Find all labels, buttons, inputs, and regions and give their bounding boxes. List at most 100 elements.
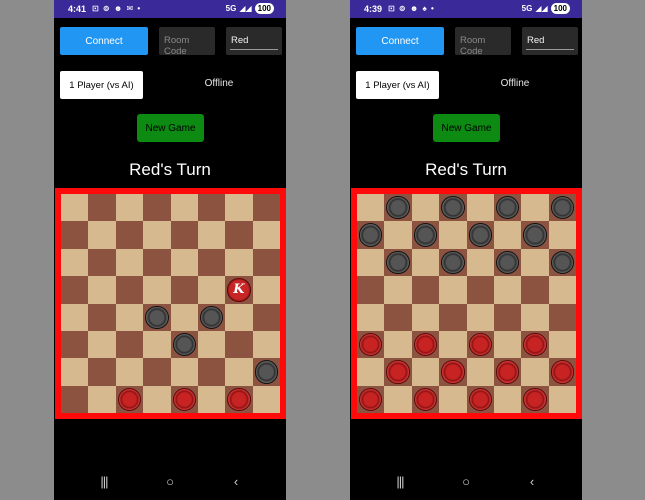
board-square[interactable]	[143, 358, 171, 386]
board-square[interactable]	[357, 330, 385, 359]
board-square[interactable]	[61, 303, 89, 331]
board-square[interactable]	[115, 385, 144, 413]
board-square[interactable]	[411, 385, 440, 413]
board-square[interactable]	[411, 248, 440, 277]
black-piece[interactable]	[550, 196, 574, 220]
board-square[interactable]	[439, 248, 467, 277]
new-game-button[interactable]: New Game	[433, 114, 500, 142]
board-square[interactable]	[61, 248, 89, 277]
room-code-input[interactable]: Room Code	[455, 27, 511, 57]
board-square[interactable]	[548, 221, 576, 249]
board-square[interactable]	[88, 276, 116, 304]
board-square[interactable]	[493, 276, 522, 304]
board-square[interactable]	[252, 303, 280, 331]
home-icon[interactable]: ○	[160, 474, 180, 489]
board-square[interactable]	[411, 276, 440, 304]
board-square[interactable]	[143, 385, 171, 413]
board-square[interactable]	[88, 303, 116, 331]
board-square[interactable]	[384, 276, 412, 304]
board-square[interactable]	[548, 194, 576, 222]
board-square[interactable]	[411, 303, 440, 331]
board-square[interactable]	[548, 385, 576, 413]
board-square[interactable]	[548, 303, 576, 331]
board-square[interactable]	[252, 276, 280, 304]
board-square[interactable]	[466, 248, 494, 277]
board-square[interactable]	[143, 194, 171, 222]
black-piece[interactable]	[386, 250, 410, 275]
board-square[interactable]	[170, 303, 198, 331]
board-square[interactable]	[521, 385, 549, 413]
board-square[interactable]	[466, 276, 494, 304]
black-piece[interactable]	[199, 305, 224, 329]
black-piece[interactable]	[441, 250, 465, 275]
board-square[interactable]	[143, 330, 171, 359]
board-square[interactable]	[548, 276, 576, 304]
board-square[interactable]	[170, 358, 198, 386]
board-square[interactable]	[170, 221, 198, 249]
board-square[interactable]	[88, 385, 116, 413]
home-icon[interactable]: ○	[456, 474, 476, 489]
red-piece[interactable]	[441, 360, 465, 384]
connect-button[interactable]: Connect	[60, 27, 148, 55]
board-square[interactable]	[493, 221, 522, 249]
red-piece[interactable]	[227, 387, 251, 411]
red-piece[interactable]	[413, 387, 438, 411]
black-piece[interactable]	[413, 223, 438, 247]
board-square[interactable]	[61, 276, 89, 304]
board-square[interactable]	[384, 221, 412, 249]
board-square[interactable]	[548, 330, 576, 359]
board-square[interactable]	[115, 358, 144, 386]
board-square[interactable]	[466, 303, 494, 331]
black-piece[interactable]	[386, 196, 410, 220]
board-square[interactable]	[439, 303, 467, 331]
board-square[interactable]	[357, 248, 385, 277]
board-square[interactable]	[225, 303, 253, 331]
board-square[interactable]	[252, 248, 280, 277]
black-piece[interactable]	[523, 223, 547, 247]
board-square[interactable]	[88, 248, 116, 277]
board-square[interactable]	[521, 221, 549, 249]
board-square[interactable]	[252, 194, 280, 222]
board-square[interactable]	[521, 276, 549, 304]
board-square[interactable]	[439, 358, 467, 386]
board-square[interactable]	[170, 276, 198, 304]
red-piece[interactable]	[413, 332, 438, 357]
board-square[interactable]	[466, 330, 494, 359]
board-square[interactable]	[88, 358, 116, 386]
board-square[interactable]	[61, 385, 89, 413]
red-piece[interactable]	[386, 360, 410, 384]
red-piece[interactable]	[468, 332, 492, 357]
board-square[interactable]	[225, 248, 253, 277]
new-game-button[interactable]: New Game	[137, 114, 204, 142]
board-square[interactable]	[115, 194, 144, 222]
board-square[interactable]	[170, 330, 198, 359]
board-square[interactable]	[439, 221, 467, 249]
board-square[interactable]	[115, 303, 144, 331]
player-name-input[interactable]: Red	[522, 27, 578, 55]
board-square[interactable]	[197, 358, 226, 386]
red-piece[interactable]	[359, 332, 383, 357]
board-square[interactable]	[197, 385, 226, 413]
board-square[interactable]	[493, 248, 522, 277]
board-square[interactable]	[411, 358, 440, 386]
board-square[interactable]	[493, 385, 522, 413]
board-square[interactable]	[357, 358, 385, 386]
red-piece[interactable]	[359, 387, 383, 411]
board-square[interactable]	[88, 330, 116, 359]
board-square[interactable]	[439, 276, 467, 304]
board-square[interactable]	[384, 194, 412, 222]
board-square[interactable]	[357, 276, 385, 304]
board-square[interactable]	[493, 330, 522, 359]
board-square[interactable]	[143, 221, 171, 249]
board-square[interactable]	[357, 221, 385, 249]
board-square[interactable]	[252, 221, 280, 249]
board-square[interactable]	[357, 303, 385, 331]
board-square[interactable]	[357, 194, 385, 222]
board-square[interactable]	[61, 194, 89, 222]
black-piece[interactable]	[145, 305, 169, 329]
board-square[interactable]	[252, 358, 280, 386]
red-king-piece[interactable]: K	[227, 278, 251, 302]
board-square[interactable]	[384, 248, 412, 277]
red-piece[interactable]	[117, 387, 142, 411]
board-square[interactable]	[493, 358, 522, 386]
